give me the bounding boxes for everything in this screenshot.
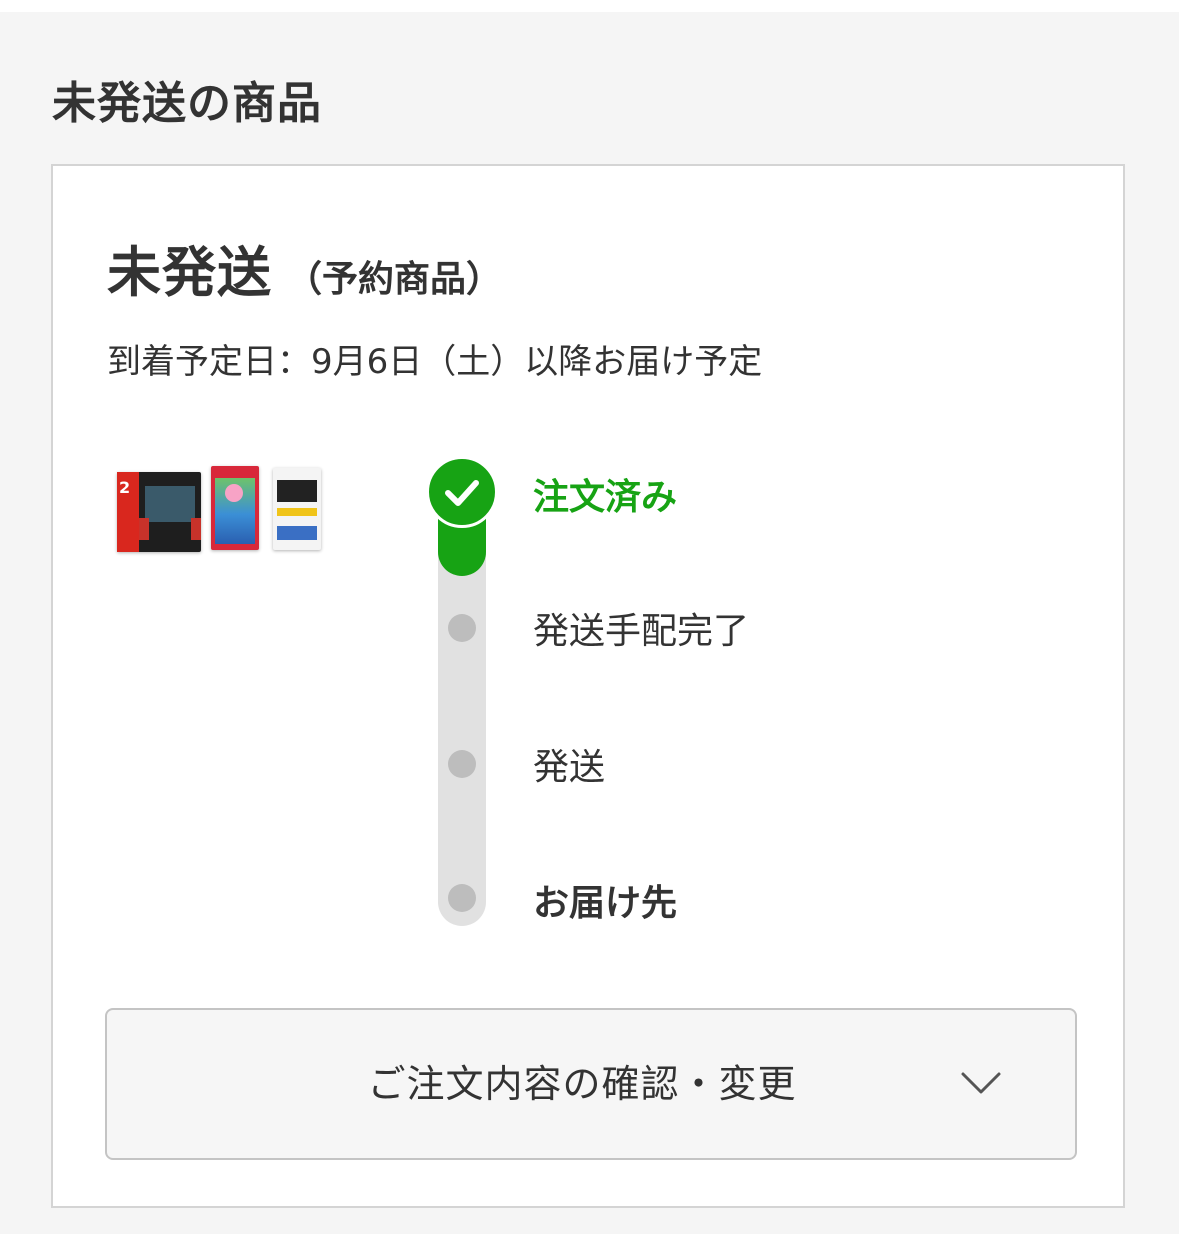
step-label-shipping-arranged: 発送手配完了 <box>533 611 750 652</box>
console-screen-image <box>145 486 195 522</box>
film-package-footer <box>277 526 317 540</box>
console-box-label: 2 <box>119 478 131 497</box>
console-left-controller-image <box>139 518 149 540</box>
step-label-delivery: お届け先 <box>533 883 678 924</box>
step-ordered-check-icon <box>426 456 498 528</box>
product-thumbnail-screen-film[interactable] <box>273 468 321 550</box>
confirm-change-order-button[interactable]: ご注文内容の確認・変更 <box>105 1008 1077 1160</box>
film-package-band <box>277 480 317 502</box>
order-card: 未発送 （予約商品） 到着予定日：9月6日（土）以降お届け予定 2 注文済み 発送… <box>51 164 1125 1208</box>
step-delivery-dot-icon <box>448 884 476 912</box>
step-shipped-dot-icon <box>448 750 476 778</box>
step-shipping-arranged-dot-icon <box>448 614 476 642</box>
delivery-date: 到着予定日：9月6日（土）以降お届け予定 <box>107 342 763 382</box>
product-thumbnail-game[interactable] <box>211 466 259 550</box>
section-title: 未発送の商品 <box>52 78 322 129</box>
order-status-heading: 未発送 （予約商品） <box>107 228 502 307</box>
product-thumbnail-console[interactable]: 2 <box>117 472 201 552</box>
film-package-stripe <box>277 508 317 516</box>
step-label-shipped: 発送 <box>533 747 606 788</box>
step-label-ordered: 注文済み <box>533 477 678 518</box>
top-strip <box>0 0 1179 12</box>
game-character-image <box>225 484 243 502</box>
order-status: 未発送 <box>107 241 272 304</box>
chevron-down-icon <box>961 1072 1001 1094</box>
confirm-change-order-label: ご注文内容の確認・変更 <box>367 1062 797 1106</box>
console-right-controller-image <box>191 518 201 540</box>
order-status-note: （予約商品） <box>286 259 503 300</box>
